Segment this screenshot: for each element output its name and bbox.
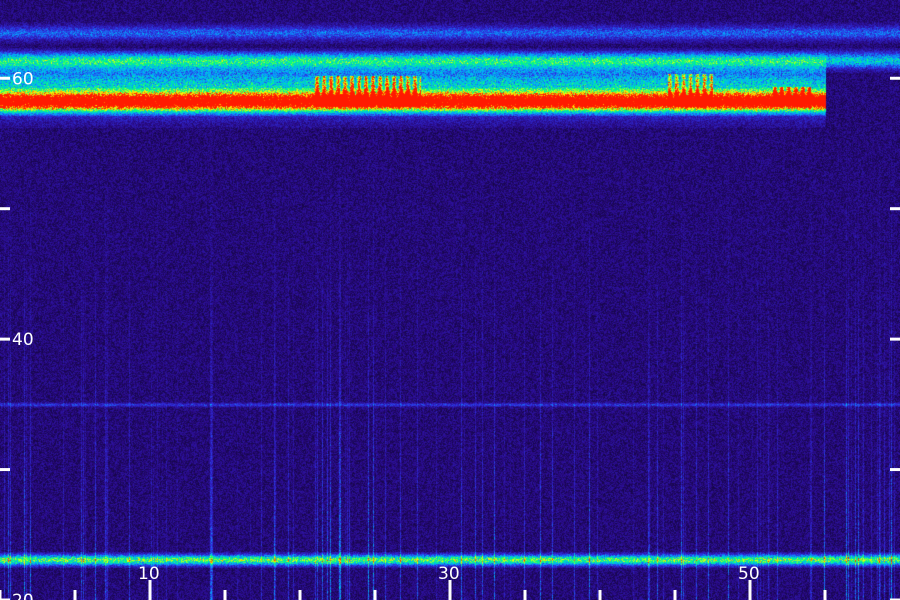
y-tick-label: 40 [12, 330, 34, 350]
axis-overlay: 10 30 50 20 40 60 [0, 69, 900, 600]
y-axis-ticks [0, 76, 900, 600]
x-axis-labels: 10 30 50 [138, 564, 760, 584]
x-axis-ticks [0, 580, 827, 600]
y-axis-labels: 20 40 60 [12, 69, 34, 600]
y-tick-label: 20 [12, 591, 34, 600]
x-tick-label: 10 [138, 564, 160, 584]
y-tick-label: 60 [12, 69, 34, 89]
x-tick-label: 50 [738, 564, 760, 584]
x-tick-label: 30 [438, 564, 460, 584]
